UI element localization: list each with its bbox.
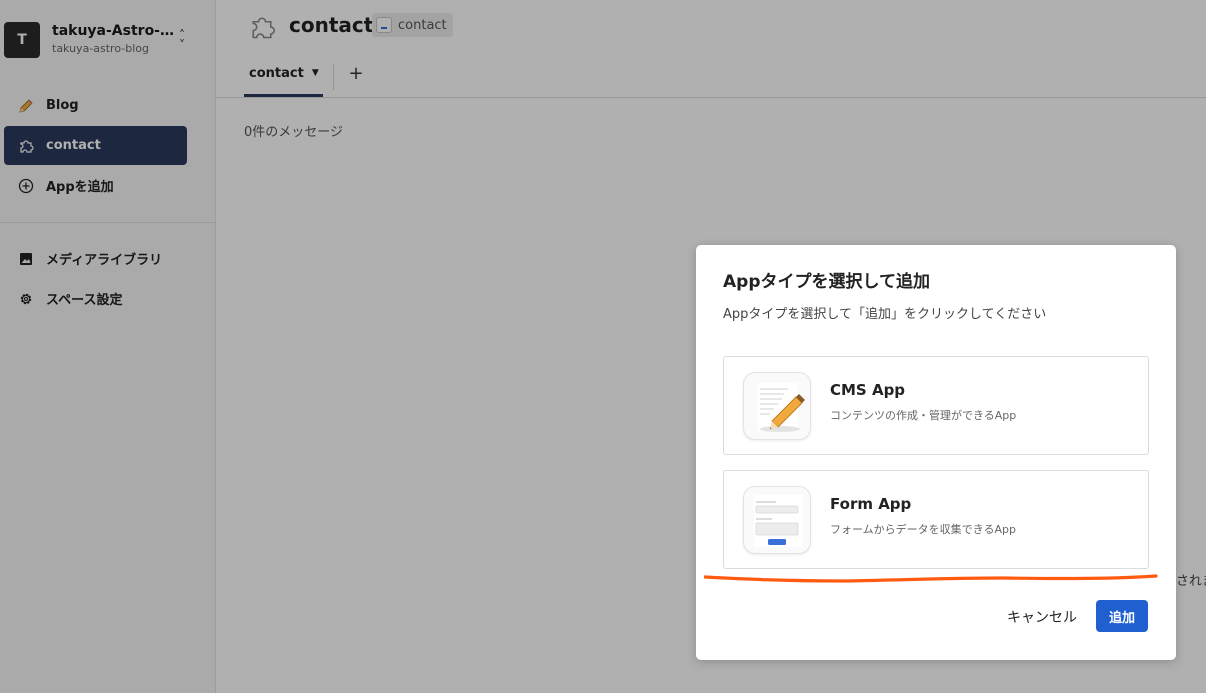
add-button[interactable]: 追加 [1096, 600, 1148, 632]
option-description: コンテンツの作成・管理ができるApp [830, 409, 1017, 422]
dialog-title: Appタイプを選択して追加 [723, 272, 930, 292]
form-app-icon [743, 486, 811, 554]
cms-app-icon [743, 372, 811, 440]
cancel-button[interactable]: キャンセル [998, 601, 1086, 633]
option-title: CMS App [830, 381, 906, 399]
option-description: フォームからデータを収集できるApp [830, 523, 1016, 536]
option-title: Form App [830, 495, 912, 513]
dialog-description: Appタイプを選択して「追加」をクリックしてください [723, 307, 1047, 322]
form-app-option[interactable]: Form App フォームからデータを収集できるApp [723, 470, 1149, 569]
add-app-dialog: Appタイプを選択して追加 Appタイプを選択して「追加」をクリックしてください [696, 245, 1176, 660]
cms-app-option[interactable]: CMS App コンテンツの作成・管理ができるApp [723, 356, 1149, 455]
